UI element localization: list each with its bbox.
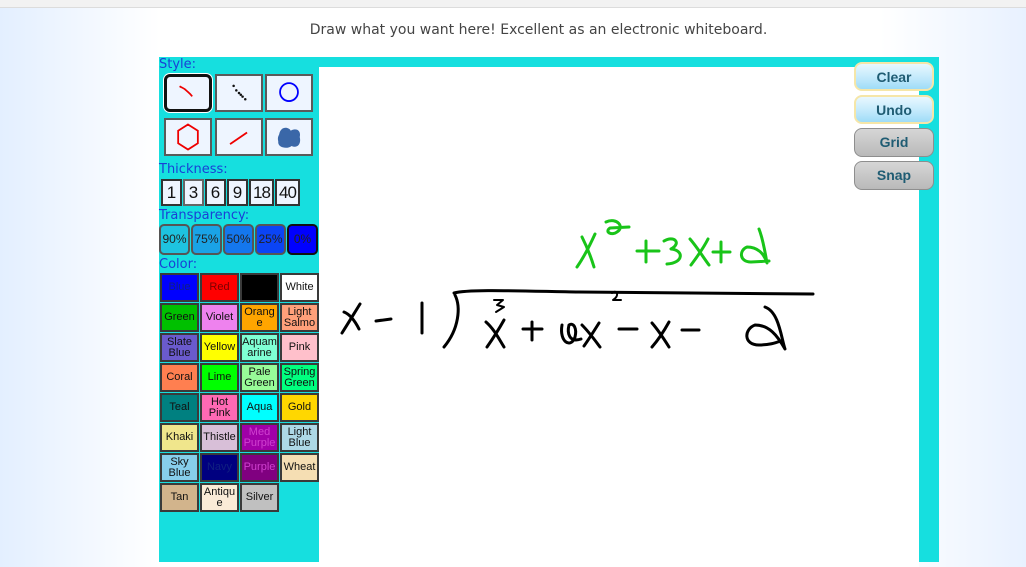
color-antiqu-e-swatch[interactable]: Antiqu e [200, 483, 239, 512]
stroke-q-3 [662, 237, 682, 266]
blob-fill-icon [277, 127, 301, 148]
color-navy-swatch[interactable]: Navy [200, 453, 239, 482]
color-teal-swatch[interactable]: Teal [160, 393, 199, 422]
color-aquam-arine-swatch[interactable]: Aquam arine [240, 333, 279, 362]
color-med-purple-swatch[interactable]: Med Purple [240, 423, 279, 452]
undo-button[interactable]: Undo [854, 95, 934, 124]
transparency-50-button[interactable]: 50% [223, 224, 254, 255]
color-black-swatch[interactable] [240, 273, 279, 302]
thickness-6-button[interactable]: 6 [205, 179, 226, 206]
color-light-blue-swatch[interactable]: Light Blue [280, 423, 319, 452]
browser-top-strip [0, 0, 1026, 8]
thickness-18-button[interactable]: 18 [249, 179, 274, 206]
stroke-division-bar [452, 289, 815, 296]
color-red-swatch[interactable]: Red [200, 273, 239, 302]
transparency-0-button[interactable]: 0% [287, 224, 318, 255]
thickness-1-button[interactable]: 1 [161, 179, 182, 206]
stroke-big-2 [745, 305, 787, 351]
color-hot-pink-swatch[interactable]: Hot Pink [200, 393, 239, 422]
style-circle-button[interactable] [265, 74, 313, 112]
color-coral-swatch[interactable]: Coral [160, 363, 199, 392]
color-green-swatch[interactable]: Green [160, 303, 199, 332]
hexagon-icon [177, 123, 199, 151]
thickness-9-button[interactable]: 9 [227, 179, 248, 206]
style-grid [159, 72, 319, 162]
black-ink-strokes [340, 289, 815, 351]
style-freehand-button[interactable] [164, 74, 212, 112]
thickness-label: Thickness: [159, 162, 228, 177]
color-sky-blue-swatch[interactable]: Sky Blue [160, 453, 199, 482]
color-silver-swatch[interactable]: Silver [240, 483, 279, 512]
whiteboard-panel: Style: Thickness: 1 3 6 9 18 40 Transpar… [159, 57, 939, 567]
transparency-options: 90% 75% 50% 25% 0% [159, 224, 319, 255]
transparency-label: Transparency: [159, 208, 250, 223]
stroke-exp-3 [493, 299, 505, 313]
color-blue-swatch[interactable]: Blue [160, 273, 199, 302]
style-line-button[interactable] [215, 118, 263, 156]
color-khaki-swatch[interactable]: Khaki [160, 423, 199, 452]
stroke-q-exp2 [604, 219, 631, 236]
color-aqua-swatch[interactable]: Aqua [240, 393, 279, 422]
style-dotted-button[interactable] [215, 74, 263, 112]
color-yellow-swatch[interactable]: Yellow [200, 333, 239, 362]
color-tan-swatch[interactable]: Tan [160, 483, 199, 512]
style-label: Style: [159, 57, 197, 72]
transparency-75-button[interactable]: 75% [191, 224, 222, 255]
green-ink-strokes [575, 219, 771, 269]
color-purple-swatch[interactable]: Purple [240, 453, 279, 482]
color-orang-e-swatch[interactable]: Orang e [240, 303, 279, 332]
snap-button[interactable]: Snap [854, 161, 934, 190]
action-buttons: Clear Undo Grid Snap [854, 62, 934, 194]
grid-button[interactable]: Grid [854, 128, 934, 157]
circle-icon [279, 82, 299, 102]
stroke-q-2 [740, 227, 771, 265]
dotted-line-icon [232, 84, 247, 101]
color-gold-swatch[interactable]: Gold [280, 393, 319, 422]
drawing-canvas[interactable] [319, 67, 919, 567]
freehand-line-icon [179, 85, 193, 97]
thickness-40-button[interactable]: 40 [275, 179, 300, 206]
clear-button[interactable]: Clear [854, 62, 934, 91]
left-toolbar: Style: Thickness: 1 3 6 9 18 40 Transpar… [159, 57, 319, 513]
color-spring-green-swatch[interactable]: Spring Green [280, 363, 319, 392]
thickness-3-button[interactable]: 3 [183, 179, 204, 206]
thickness-options: 1 3 6 9 18 40 [161, 179, 319, 206]
transparency-25-button[interactable]: 25% [255, 224, 286, 255]
color-slate-blue-swatch[interactable]: Slate Blue [160, 333, 199, 362]
stroke-digit-2 [560, 322, 583, 345]
color-label: Color: [159, 257, 198, 272]
color-wheat-swatch[interactable]: Wheat [280, 453, 319, 482]
color-violet-swatch[interactable]: Violet [200, 303, 239, 332]
color-palette: Blue Red White Green Violet Orang e Light Salm… [159, 273, 319, 513]
straight-line-icon [229, 131, 248, 145]
stroke-divisor-minus [374, 317, 393, 323]
style-fill-button[interactable] [265, 118, 313, 156]
color-pale-green-swatch[interactable]: Pale Green [240, 363, 279, 392]
color-thistle-swatch[interactable]: Thistle [200, 423, 239, 452]
color-light-salmo-swatch[interactable]: Light Salmo [280, 303, 319, 332]
drawing-layer [340, 219, 815, 351]
color-white-swatch[interactable]: White [280, 273, 319, 302]
transparency-90-button[interactable]: 90% [159, 224, 190, 255]
stroke-division-bracket [442, 293, 460, 349]
color-lime-swatch[interactable]: Lime [200, 363, 239, 392]
instructions-text: Draw what you want here! Excellent as an… [309, 22, 768, 38]
color-pink-swatch[interactable]: Pink [280, 333, 319, 362]
style-polygon-button[interactable] [164, 118, 212, 156]
